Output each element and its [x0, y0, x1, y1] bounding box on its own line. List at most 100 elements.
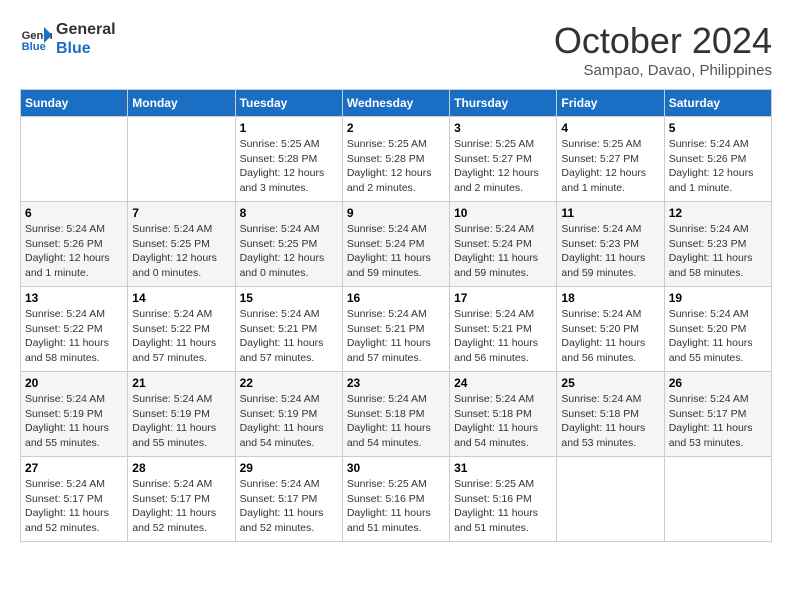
day-cell: 21Sunrise: 5:24 AM Sunset: 5:19 PM Dayli…	[128, 372, 235, 457]
day-number: 1	[240, 121, 338, 135]
day-cell: 26 Sunrise: 5:24 AM Sunset: 5:17 PM Dayli…	[664, 372, 771, 457]
day-cell: 5 Sunrise: 5:24 AM Sunset: 5:26 PM Daylig…	[664, 117, 771, 202]
day-cell: 11 Sunrise: 5:24 AM Sunset: 5:23 PM Dayli…	[557, 202, 664, 287]
day-detail: Sunrise: 5:24 AM Sunset: 5:26 PM Dayligh…	[669, 137, 767, 196]
day-detail: Sunrise: 5:24 AM Sunset: 5:24 PM Dayligh…	[347, 222, 445, 281]
day-cell: 15 Sunrise: 5:24 AM Sunset: 5:21 PM Dayli…	[235, 287, 342, 372]
logo: General Blue General Blue	[20, 20, 116, 58]
day-number: 29	[240, 461, 338, 475]
day-detail: Sunrise: 5:24 AM Sunset: 5:19 PM Dayligh…	[25, 392, 123, 451]
day-number: 4	[561, 121, 659, 135]
day-detail: Sunrise: 5:25 AM Sunset: 5:16 PM Dayligh…	[347, 477, 445, 536]
day-detail: Sunrise: 5:24 AM Sunset: 5:25 PM Dayligh…	[132, 222, 230, 281]
day-cell: 25Sunrise: 5:24 AM Sunset: 5:18 PM Dayli…	[557, 372, 664, 457]
day-number: 26	[669, 376, 767, 390]
day-cell: 28 Sunrise: 5:24 AM Sunset: 5:17 PM Dayli…	[128, 457, 235, 542]
day-detail: Sunrise: 5:24 AM Sunset: 5:21 PM Dayligh…	[347, 307, 445, 366]
week-row-2: 6 Sunrise: 5:24 AM Sunset: 5:26 PM Daylig…	[21, 202, 772, 287]
logo-icon: General Blue	[20, 23, 52, 55]
day-cell: 14Sunrise: 5:24 AM Sunset: 5:22 PM Dayli…	[128, 287, 235, 372]
day-detail: Sunrise: 5:24 AM Sunset: 5:19 PM Dayligh…	[240, 392, 338, 451]
day-detail: Sunrise: 5:24 AM Sunset: 5:17 PM Dayligh…	[240, 477, 338, 536]
location-subtitle: Sampao, Davao, Philippines	[554, 62, 772, 79]
day-cell: 27Sunrise: 5:24 AM Sunset: 5:17 PM Dayli…	[21, 457, 128, 542]
week-row-1: 1 Sunrise: 5:25 AM Sunset: 5:28 PM Daylig…	[21, 117, 772, 202]
day-detail: Sunrise: 5:24 AM Sunset: 5:24 PM Dayligh…	[454, 222, 552, 281]
day-number: 23	[347, 376, 445, 390]
day-detail: Sunrise: 5:25 AM Sunset: 5:28 PM Dayligh…	[240, 137, 338, 196]
day-number: 28	[132, 461, 230, 475]
day-detail: Sunrise: 5:24 AM Sunset: 5:22 PM Dayligh…	[25, 307, 123, 366]
day-cell: 2 Sunrise: 5:25 AM Sunset: 5:28 PM Daylig…	[342, 117, 449, 202]
header-wednesday: Wednesday	[342, 90, 449, 117]
day-detail: Sunrise: 5:24 AM Sunset: 5:22 PM Dayligh…	[132, 307, 230, 366]
day-number: 20	[25, 376, 123, 390]
day-cell	[21, 117, 128, 202]
day-cell: 31 Sunrise: 5:25 AM Sunset: 5:16 PM Dayli…	[450, 457, 557, 542]
day-detail: Sunrise: 5:24 AM Sunset: 5:23 PM Dayligh…	[669, 222, 767, 281]
day-detail: Sunrise: 5:24 AM Sunset: 5:17 PM Dayligh…	[669, 392, 767, 451]
svg-text:Blue: Blue	[22, 41, 46, 53]
day-cell: 1 Sunrise: 5:25 AM Sunset: 5:28 PM Daylig…	[235, 117, 342, 202]
day-cell: 3Sunrise: 5:25 AM Sunset: 5:27 PM Daylig…	[450, 117, 557, 202]
day-number: 27	[25, 461, 123, 475]
day-number: 10	[454, 206, 552, 220]
day-number: 15	[240, 291, 338, 305]
day-detail: Sunrise: 5:24 AM Sunset: 5:21 PM Dayligh…	[454, 307, 552, 366]
day-detail: Sunrise: 5:24 AM Sunset: 5:17 PM Dayligh…	[132, 477, 230, 536]
day-number: 17	[454, 291, 552, 305]
day-cell: 18 Sunrise: 5:24 AM Sunset: 5:20 PM Dayli…	[557, 287, 664, 372]
day-detail: Sunrise: 5:24 AM Sunset: 5:23 PM Dayligh…	[561, 222, 659, 281]
header-row: SundayMondayTuesdayWednesdayThursdayFrid…	[21, 90, 772, 117]
day-detail: Sunrise: 5:24 AM Sunset: 5:26 PM Dayligh…	[25, 222, 123, 281]
day-number: 9	[347, 206, 445, 220]
day-cell: 9 Sunrise: 5:24 AM Sunset: 5:24 PM Daylig…	[342, 202, 449, 287]
day-cell	[664, 457, 771, 542]
day-cell: 24Sunrise: 5:24 AM Sunset: 5:18 PM Dayli…	[450, 372, 557, 457]
header-monday: Monday	[128, 90, 235, 117]
day-number: 12	[669, 206, 767, 220]
day-cell: 19Sunrise: 5:24 AM Sunset: 5:20 PM Dayli…	[664, 287, 771, 372]
day-cell: 8Sunrise: 5:24 AM Sunset: 5:25 PM Daylig…	[235, 202, 342, 287]
day-cell: 13 Sunrise: 5:24 AM Sunset: 5:22 PM Dayli…	[21, 287, 128, 372]
day-number: 11	[561, 206, 659, 220]
week-row-5: 27 Sunrise: 5:24 AM Sunset: 5:17 PM Dayli…	[21, 457, 772, 542]
header-saturday: Saturday	[664, 90, 771, 117]
day-cell: 6 Sunrise: 5:24 AM Sunset: 5:26 PM Daylig…	[21, 202, 128, 287]
day-number: 16	[347, 291, 445, 305]
logo-blue: Blue	[56, 39, 116, 58]
day-cell: 4Sunrise: 5:25 AM Sunset: 5:27 PM Daylig…	[557, 117, 664, 202]
calendar-table: SundayMondayTuesdayWednesdayThursdayFrid…	[20, 89, 772, 542]
day-cell: 7 Sunrise: 5:24 AM Sunset: 5:25 PM Daylig…	[128, 202, 235, 287]
day-cell	[557, 457, 664, 542]
day-detail: Sunrise: 5:24 AM Sunset: 5:18 PM Dayligh…	[561, 392, 659, 451]
day-number: 18	[561, 291, 659, 305]
day-cell: 12 Sunrise: 5:24 AM Sunset: 5:23 PM Dayli…	[664, 202, 771, 287]
month-title: October 2024	[554, 20, 772, 62]
day-number: 13	[25, 291, 123, 305]
day-detail: Sunrise: 5:24 AM Sunset: 5:18 PM Dayligh…	[454, 392, 552, 451]
day-number: 31	[454, 461, 552, 475]
day-number: 2	[347, 121, 445, 135]
day-cell: 10 Sunrise: 5:24 AM Sunset: 5:24 PM Dayli…	[450, 202, 557, 287]
header-sunday: Sunday	[21, 90, 128, 117]
day-number: 30	[347, 461, 445, 475]
day-number: 21	[132, 376, 230, 390]
week-row-3: 13 Sunrise: 5:24 AM Sunset: 5:22 PM Dayli…	[21, 287, 772, 372]
day-number: 22	[240, 376, 338, 390]
day-cell	[128, 117, 235, 202]
day-number: 6	[25, 206, 123, 220]
day-detail: Sunrise: 5:24 AM Sunset: 5:21 PM Dayligh…	[240, 307, 338, 366]
header-tuesday: Tuesday	[235, 90, 342, 117]
day-cell: 16 Sunrise: 5:24 AM Sunset: 5:21 PM Dayli…	[342, 287, 449, 372]
header-friday: Friday	[557, 90, 664, 117]
title-block: October 2024 Sampao, Davao, Philippines	[554, 20, 772, 79]
day-detail: Sunrise: 5:24 AM Sunset: 5:20 PM Dayligh…	[669, 307, 767, 366]
day-number: 7	[132, 206, 230, 220]
day-detail: Sunrise: 5:25 AM Sunset: 5:28 PM Dayligh…	[347, 137, 445, 196]
day-detail: Sunrise: 5:24 AM Sunset: 5:20 PM Dayligh…	[561, 307, 659, 366]
day-detail: Sunrise: 5:25 AM Sunset: 5:16 PM Dayligh…	[454, 477, 552, 536]
day-number: 5	[669, 121, 767, 135]
day-detail: Sunrise: 5:25 AM Sunset: 5:27 PM Dayligh…	[454, 137, 552, 196]
page-header: General Blue General Blue October 2024 S…	[20, 20, 772, 79]
